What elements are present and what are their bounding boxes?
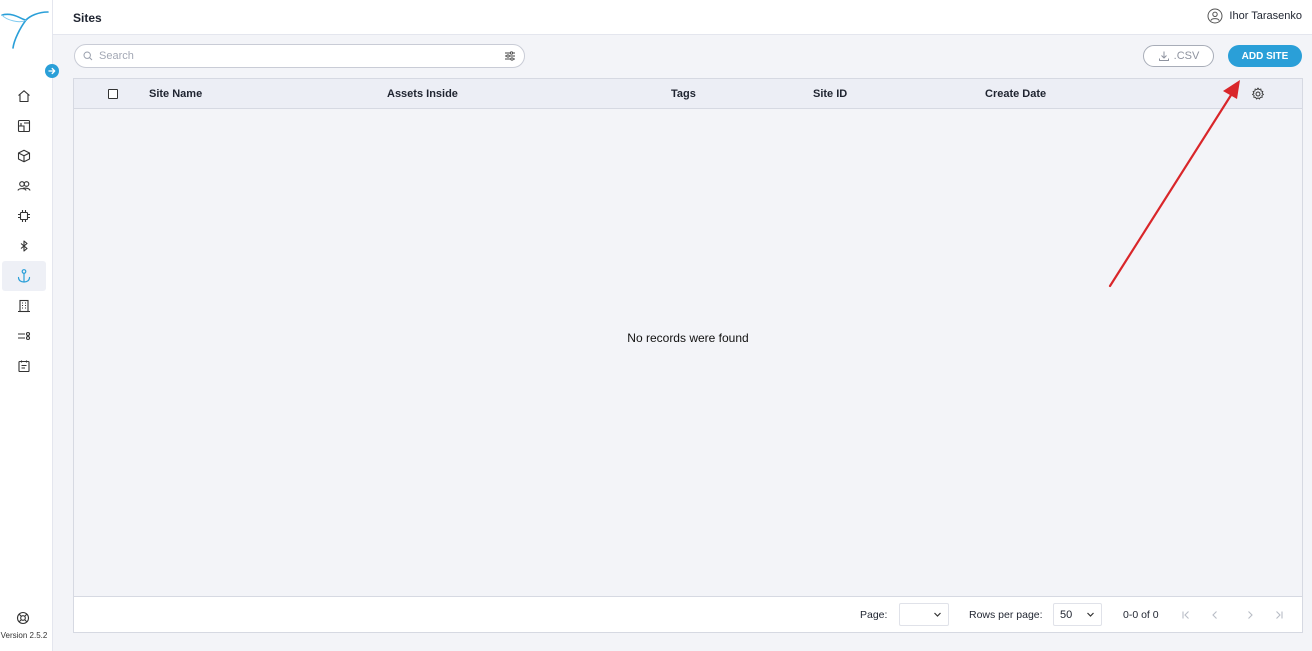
help-button[interactable] (16, 611, 30, 628)
column-settings-button[interactable] (1251, 87, 1265, 104)
chip-icon (18, 210, 30, 222)
box-icon (17, 149, 31, 163)
last-page-button[interactable] (1270, 606, 1288, 624)
select-all-checkbox[interactable] (108, 89, 118, 99)
search-input[interactable] (99, 50, 504, 62)
page-title: Sites (73, 11, 102, 25)
arrow-right-icon (48, 67, 56, 75)
bluetooth-icon (20, 240, 28, 252)
home-icon (18, 90, 30, 103)
users-icon (17, 181, 31, 191)
last-page-icon (1276, 611, 1283, 619)
empty-state-message: No records were found (627, 331, 749, 345)
version-label: Version 2.5.2 (0, 631, 48, 640)
next-page-button[interactable] (1241, 606, 1259, 624)
chevron-left-icon (1212, 611, 1217, 619)
rows-per-page-value: 50 (1060, 608, 1073, 621)
sidebar: Version 2.5.2 (0, 0, 59, 651)
page-label: Page: (860, 609, 888, 621)
sites-table: Site Name Assets Inside Tags Site ID Cre… (73, 78, 1303, 633)
logo-icon (1, 11, 49, 49)
first-page-icon (1182, 611, 1189, 619)
user-name: Ihor Tarasenko (1229, 10, 1302, 22)
download-icon (1158, 51, 1169, 61)
toggle-list-icon (18, 331, 31, 341)
sidebar-item-devices[interactable] (2, 201, 46, 231)
table-header: Site Name Assets Inside Tags Site ID Cre… (74, 79, 1302, 109)
top-header: Sites Ihor Tarasenko (53, 0, 1312, 35)
user-avatar-icon (1207, 8, 1223, 24)
user-menu[interactable]: Ihor Tarasenko (1207, 8, 1302, 24)
sidebar-item-dashboard[interactable] (2, 111, 46, 141)
column-header-site-name[interactable]: Site Name (149, 88, 202, 100)
chevron-down-icon (934, 612, 941, 617)
sidebar-item-assets[interactable] (2, 141, 46, 171)
rows-per-page-label: Rows per page: (969, 609, 1043, 621)
dashboard-icon (17, 119, 31, 133)
sidebar-item-bluetooth[interactable] (2, 231, 46, 261)
export-csv-label: .CSV (1173, 50, 1200, 62)
lifebuoy-icon (16, 611, 30, 625)
chevron-right-icon (1248, 611, 1253, 619)
sidebar-item-home[interactable] (2, 81, 46, 111)
table-body: No records were found (74, 109, 1302, 596)
search-bar (74, 44, 525, 68)
column-header-assets-inside[interactable]: Assets Inside (387, 88, 458, 100)
export-csv-button[interactable]: .CSV (1143, 45, 1214, 67)
page-select[interactable] (899, 603, 949, 626)
add-site-button[interactable]: ADD SITE (1228, 45, 1302, 67)
building-icon (18, 299, 30, 313)
previous-page-button[interactable] (1206, 606, 1224, 624)
filter-sliders-icon[interactable] (504, 50, 516, 62)
search-icon (83, 51, 93, 61)
sidebar-nav (0, 81, 52, 381)
gear-icon (1252, 87, 1264, 100)
sidebar-item-buildings[interactable] (2, 291, 46, 321)
first-page-button[interactable] (1177, 606, 1195, 624)
pagination-range: 0-0 of 0 (1123, 609, 1159, 621)
sidebar-item-sites[interactable] (2, 261, 46, 291)
pagination-bar: Page: Rows per page: 50 0-0 of 0 (74, 596, 1302, 632)
sidebar-item-users[interactable] (2, 171, 46, 201)
chevron-down-icon (1087, 612, 1094, 617)
rows-per-page-select[interactable]: 50 (1053, 603, 1102, 626)
column-header-tags[interactable]: Tags (671, 88, 696, 100)
logo[interactable] (0, 6, 52, 52)
sidebar-item-settings-list[interactable] (2, 321, 46, 351)
sidebar-expand-button[interactable] (45, 64, 59, 78)
column-header-create-date[interactable]: Create Date (985, 88, 1046, 100)
sidebar-item-reports[interactable] (2, 351, 46, 381)
column-header-site-id[interactable]: Site ID (813, 88, 847, 100)
report-icon (18, 360, 30, 373)
anchor-icon (17, 269, 31, 283)
